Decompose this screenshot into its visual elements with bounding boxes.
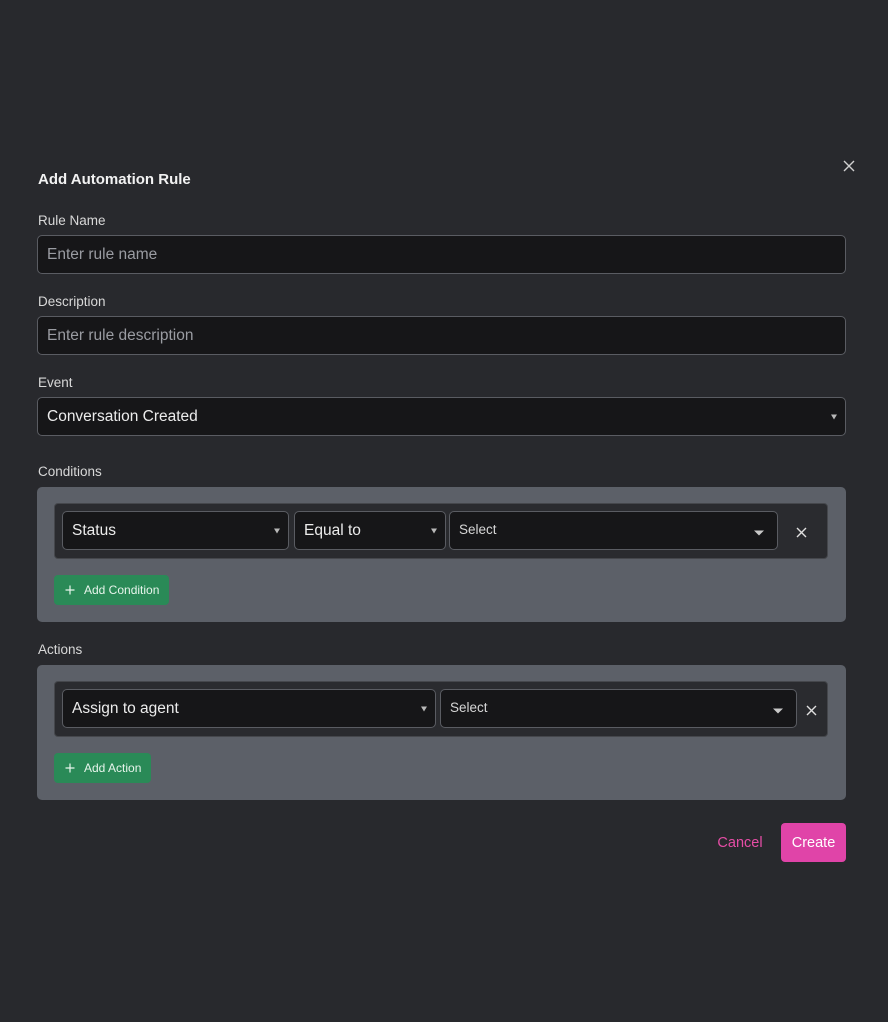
action-type-select[interactable]: Assign to agent: [62, 689, 436, 728]
remove-action-button[interactable]: [803, 702, 819, 718]
close-button[interactable]: [840, 157, 858, 175]
action-value-placeholder: Select: [450, 700, 488, 715]
close-icon: [796, 527, 806, 537]
condition-attribute-select[interactable]: Status: [62, 511, 289, 550]
condition-operator-value: Equal to: [304, 521, 361, 539]
description-label: Description: [38, 294, 106, 309]
remove-condition-button[interactable]: [793, 524, 809, 540]
action-row: Assign to agent Select: [54, 681, 828, 737]
add-condition-label: Add Condition: [84, 583, 160, 597]
chevron-down-icon: [274, 528, 280, 533]
condition-value-placeholder: Select: [459, 522, 497, 537]
chevron-down-icon: [773, 708, 783, 714]
close-icon: [843, 160, 855, 172]
description-input[interactable]: [37, 316, 846, 355]
create-button[interactable]: Create: [781, 823, 846, 862]
rule-name-label: Rule Name: [38, 213, 106, 228]
action-value-select[interactable]: Select: [440, 689, 797, 728]
close-icon: [806, 705, 816, 715]
conditions-label: Conditions: [38, 464, 102, 479]
conditions-panel: Status Equal to Select Add Condition: [37, 487, 846, 622]
add-action-button[interactable]: Add Action: [54, 753, 152, 783]
chevron-down-icon: [754, 530, 764, 536]
event-label: Event: [38, 375, 73, 390]
chevron-down-icon: [831, 414, 837, 419]
chevron-down-icon: [421, 706, 427, 711]
add-action-label: Add Action: [84, 761, 142, 775]
add-condition-button[interactable]: Add Condition: [54, 575, 170, 605]
actions-label: Actions: [38, 642, 83, 657]
event-selected-value: Conversation Created: [47, 407, 198, 425]
condition-row: Status Equal to Select: [54, 503, 828, 559]
add-automation-rule-modal: Add Automation Rule Rule Name Descriptio…: [0, 0, 888, 1022]
chevron-down-icon: [431, 528, 437, 533]
condition-operator-select[interactable]: Equal to: [294, 511, 446, 550]
plus-icon: [65, 585, 75, 595]
condition-attribute-value: Status: [72, 521, 116, 539]
action-type-value: Assign to agent: [72, 699, 179, 717]
event-select[interactable]: Conversation Created: [37, 397, 846, 436]
rule-name-input[interactable]: [37, 235, 846, 274]
plus-icon: [65, 763, 75, 773]
cancel-button[interactable]: Cancel: [710, 824, 770, 862]
actions-panel: Assign to agent Select Add Action: [37, 665, 846, 800]
condition-value-select[interactable]: Select: [449, 511, 778, 550]
modal-title: Add Automation Rule: [38, 171, 191, 188]
